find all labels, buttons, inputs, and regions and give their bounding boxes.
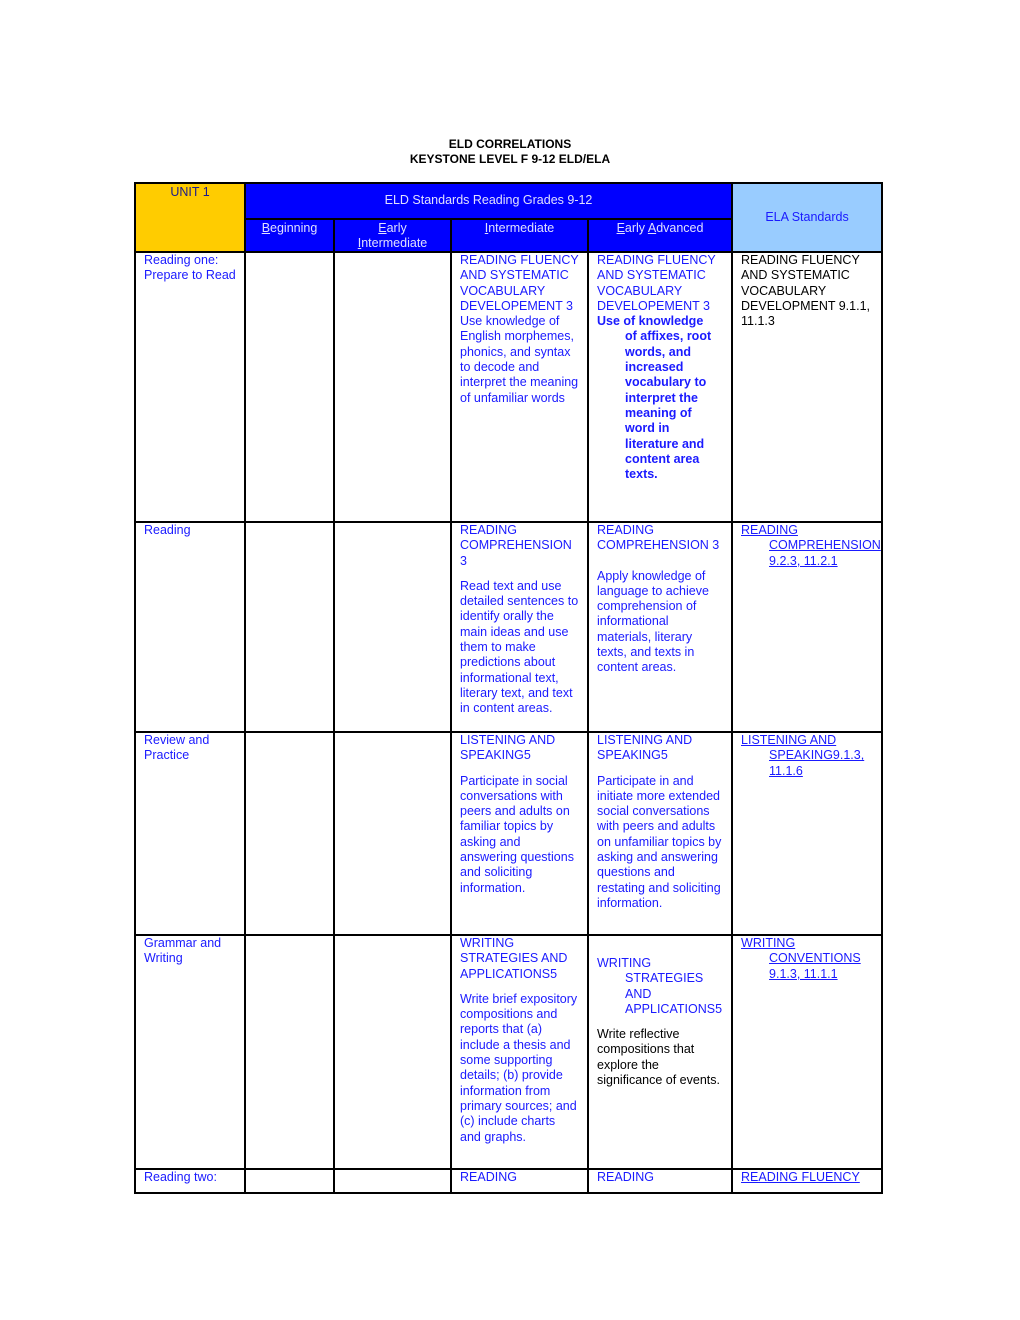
early-advanced-cell: READING FLUENCY AND SYSTEMATIC VOCABULAR… [586,251,734,523]
standard-title: READING FLUENCY AND SYSTEMATIC VOCABULAR… [597,253,716,313]
ela-standard-link[interactable]: READING [741,523,873,538]
level-beginning: Beginning [244,218,335,253]
early-advanced-cell: WRITING STRATEGIES AND APPLICATIONS5 Wri… [586,934,734,1170]
standard-description-lead: Use of knowledge [597,314,704,329]
intermediate-cell: LISTENING AND SPEAKING5 Participate in s… [450,731,589,936]
beginning-cell [244,521,335,733]
link-text[interactable]: COMPREHENSION 9.2.3, 11.2.1 [769,538,881,567]
standard-description: Apply knowledge of language to achieve c… [597,568,709,675]
label: ntermediate [488,221,555,235]
header-row: UNIT 1 ELD Standards Reading Grades 9-12… [134,182,884,253]
standard-description: Participate in and initiate more extende… [597,773,722,910]
standard-description: Read text and use detailed sentences to … [460,578,579,716]
ela-cell: READING FLUENCY [731,1168,884,1194]
ela-cell: WRITING CONVENTIONS 9.1.3, 11.1.1 [731,934,884,1170]
document-title: ELD CORRELATIONS [448,137,572,151]
lesson-cell: Reading two: [134,1168,246,1194]
standard-description: Write reflective compositions that explo… [597,1027,720,1088]
level-early-intermediate: Early Intermediate [333,218,452,253]
standard-title: READING COMPREHENSION 3 [597,523,720,553]
ela-standard-link[interactable]: READING FLUENCY [741,1170,860,1184]
intermediate-cell: READING COMPREHENSION 3 Read text and us… [450,521,589,733]
standard-title-lead: WRITING [597,956,652,970]
standard-description: Use knowledge of English morphemes, phon… [460,314,579,405]
ela-standards-header: ELA Standards [731,182,884,253]
ela-standard-link[interactable]: LISTENING AND [741,733,873,748]
intermediate-cell: READING [450,1168,589,1194]
early-intermediate-cell [333,1168,452,1194]
label: eginning [270,221,318,235]
ela-standard-link[interactable]: WRITING [741,936,873,951]
standard-title: LISTENING AND SPEAKING5 [597,733,693,763]
early-intermediate-cell [333,934,452,1170]
accesskey: E [616,221,625,235]
beginning-cell [244,1168,335,1194]
intermediate-cell: WRITING STRATEGIES AND APPLICATIONS5 Wri… [450,934,589,1170]
standard-description: Write brief expository compositions and … [460,991,578,1144]
early-advanced-cell: READING COMPREHENSION 3 Apply knowledge … [586,521,734,733]
early-advanced-cell: READING [586,1168,734,1194]
label: ntermediate [361,236,428,250]
link-text[interactable]: SPEAKING9.1.3, 11.1.6 [769,748,864,777]
ela-cell: READING FLUENCY AND SYSTEMATIC VOCABULAR… [731,251,884,523]
correlations-table: UNIT 1 ELD Standards Reading Grades 9-12… [134,182,884,1194]
standard-title: STRATEGIES AND APPLICATIONS5 [625,971,723,1016]
unit-header: UNIT 1 [134,182,246,253]
lesson-cell: Reading one: Prepare to Read [134,251,246,523]
document-subtitle: KEYSTONE LEVEL F 9-12 ELD/ELA [409,152,611,166]
early-intermediate-cell [333,521,452,733]
intermediate-cell: READING FLUENCY AND SYSTEMATIC VOCABULAR… [450,251,589,523]
label: arly [624,221,648,235]
table-row: Review and Practice LISTENING AND SPEAKI… [134,731,884,936]
accesskey: E [378,221,387,235]
beginning-cell [244,731,335,936]
early-intermediate-cell [333,731,452,936]
standard-title: READING FLUENCY AND SYSTEMATIC VOCABULAR… [460,253,579,313]
table-row: Reading two: READING READING READING FLU… [134,1168,884,1194]
early-advanced-cell: LISTENING AND SPEAKING5 Participate in a… [586,731,734,936]
table-row: Reading READING COMPREHENSION 3 Read tex… [134,521,884,733]
level-intermediate: Intermediate [450,218,589,253]
link-text[interactable]: READING [741,523,798,537]
standard-description: Participate in social conversations with… [460,773,574,895]
link-text[interactable]: CONVENTIONS 9.1.3, 11.1.1 [769,951,861,980]
beginning-cell [244,934,335,1170]
ela-cell: LISTENING AND SPEAKING9.1.3, 11.1.6 [731,731,884,936]
link-text[interactable]: WRITING [741,936,795,950]
lesson-cell: Reading [134,521,246,733]
eld-standards-header: ELD Standards Reading Grades 9-12 [243,182,734,220]
lesson-cell: Review and Practice [134,731,246,936]
link-text[interactable]: LISTENING AND [741,733,836,747]
label: dvanced [656,221,704,235]
level-early-advanced: Early Advanced [586,218,734,253]
standard-title: LISTENING AND SPEAKING5 [460,733,556,763]
standard-title: READING COMPREHENSION 3 [460,523,572,568]
early-intermediate-cell [333,251,452,523]
accesskey: B [261,221,271,235]
accesskey: A [647,221,657,235]
beginning-cell [244,251,335,523]
table-row: Reading one: Prepare to Read READING FLU… [134,251,884,523]
standard-description: of affixes, root words, and increased vo… [625,329,712,482]
lesson-cell: Grammar and Writing [134,934,246,1170]
table-row: Grammar and Writing WRITING STRATEGIES A… [134,934,884,1170]
label: arly [386,221,407,235]
standard-title: WRITING STRATEGIES AND APPLICATIONS5 [460,936,568,981]
ela-cell: READING COMPREHENSION 9.2.3, 11.2.1 [731,521,884,733]
